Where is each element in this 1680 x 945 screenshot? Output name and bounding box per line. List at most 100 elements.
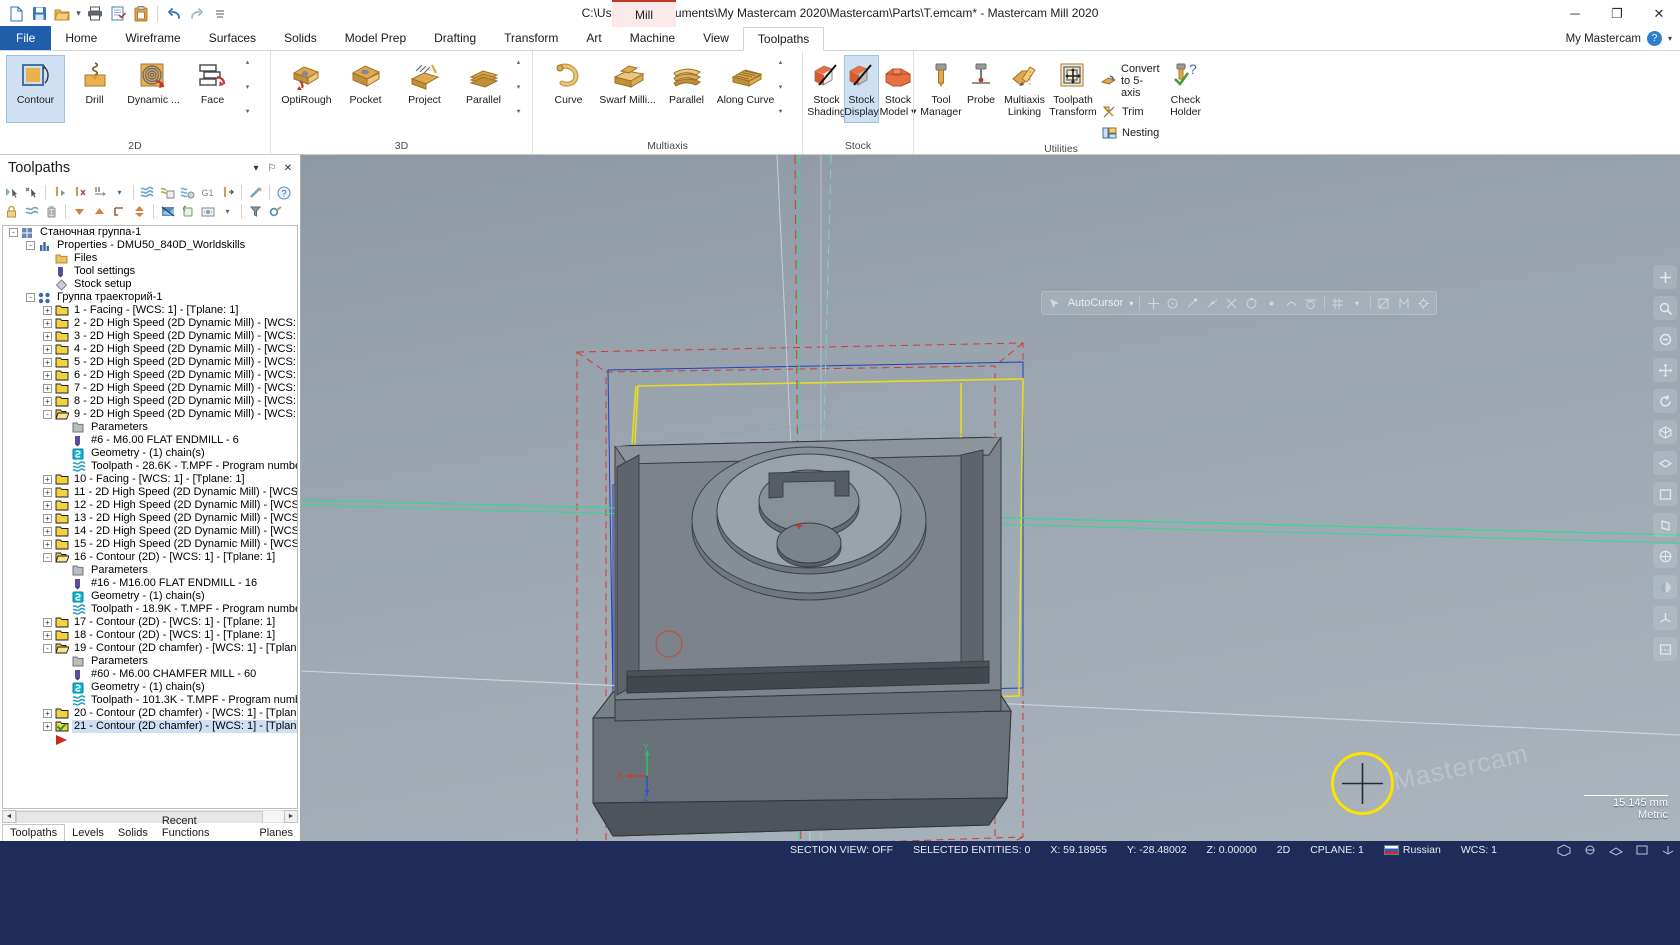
- tree-item[interactable]: +4 - 2D High Speed (2D Dynamic Mill) - […: [3, 343, 297, 356]
- tree-item[interactable]: - 19 - Contour (2D chamfer) - [WCS: 1] - …: [3, 642, 297, 655]
- tree-expand-icon[interactable]: +: [43, 722, 52, 731]
- tree-horizontal-scrollbar[interactable]: ◄ ►: [2, 809, 298, 824]
- grid-icon[interactable]: [1331, 296, 1345, 311]
- tree-item[interactable]: #60 - M6.00 CHAMFER MILL - 60: [3, 668, 297, 681]
- tab-home[interactable]: Home: [51, 26, 111, 50]
- contour-button[interactable]: Contour: [6, 55, 65, 123]
- gallery-up-icon[interactable]: ▴: [779, 59, 783, 67]
- tree-item[interactable]: +7 - 2D High Speed (2D Dynamic Mill) - […: [3, 382, 297, 395]
- top-view-icon[interactable]: [1653, 451, 1677, 475]
- backplot-icon[interactable]: [198, 203, 217, 221]
- tool-manager-button[interactable]: Tool Manager: [920, 55, 962, 123]
- tree-item[interactable]: #16 - M16.00 FLAT ENDMILL - 16: [3, 577, 297, 590]
- grid-dropdown-icon[interactable]: ▾: [1350, 296, 1364, 311]
- tree-item[interactable]: Parameters: [3, 421, 297, 434]
- tree-collapse-icon[interactable]: -: [43, 553, 52, 562]
- gallery-up-icon[interactable]: ▴: [517, 59, 521, 67]
- endpoint-icon[interactable]: [1186, 296, 1200, 311]
- filter-down-icon[interactable]: [70, 203, 89, 221]
- tree-item[interactable]: - 9 - 2D High Speed (2D Dynamic Mill) - […: [3, 408, 297, 421]
- tree-item[interactable]: Toolpath - 28.6K - T.MPF - Program numbe…: [3, 460, 297, 473]
- tree-collapse-icon[interactable]: -: [43, 644, 52, 653]
- front-view-icon[interactable]: [1653, 482, 1677, 506]
- panel-tab-recent-functions[interactable]: Recent Functions: [155, 813, 253, 841]
- backplot-dropdown-icon[interactable]: ▾: [218, 203, 237, 221]
- post-g1-icon[interactable]: [158, 184, 177, 202]
- panel-tab-solids[interactable]: Solids: [111, 825, 155, 841]
- restore-button[interactable]: ❐: [1596, 0, 1638, 27]
- tree-item[interactable]: Parameters: [3, 564, 297, 577]
- scroll-left-icon[interactable]: ◄: [2, 809, 16, 823]
- drill-button[interactable]: Drill: [65, 55, 124, 123]
- cplane-icon[interactable]: [1608, 843, 1624, 857]
- simulate-icon[interactable]: [158, 203, 177, 221]
- tree-collapse-icon[interactable]: -: [26, 293, 35, 302]
- point-icon[interactable]: [1264, 296, 1278, 311]
- swarf-milling-button[interactable]: Swarf Milli...: [598, 55, 657, 123]
- tree-collapse-icon[interactable]: -: [9, 228, 18, 237]
- section-view-icon[interactable]: [1653, 637, 1677, 661]
- minimize-button[interactable]: ─: [1554, 0, 1596, 27]
- tree-expand-icon[interactable]: +: [43, 371, 52, 380]
- scroll-right-icon[interactable]: ►: [284, 809, 298, 823]
- tree-item[interactable]: - Станочная группа-1: [3, 226, 297, 239]
- status-section-view[interactable]: SECTION VIEW: OFF: [780, 844, 903, 856]
- tree-item[interactable]: Toolpath - 101.3K - T.MPF - Program numb…: [3, 694, 297, 707]
- panel-close-icon[interactable]: ✕: [280, 160, 296, 176]
- zoom-fit-icon[interactable]: [1653, 327, 1677, 351]
- print-icon[interactable]: [84, 3, 106, 25]
- probe-button[interactable]: Probe: [962, 55, 1000, 123]
- panel-pin-icon[interactable]: ⚐: [264, 160, 280, 176]
- 3d-mode-icon[interactable]: [1556, 843, 1572, 857]
- save-icon[interactable]: [28, 3, 50, 25]
- save-dropdown-icon[interactable]: ▾: [74, 8, 83, 19]
- tree-item[interactable]: +3 - 2D High Speed (2D Dynamic Mill) - […: [3, 330, 297, 343]
- autocursor-snap-icon[interactable]: [1048, 296, 1062, 311]
- absolute-icon[interactable]: [1397, 296, 1411, 311]
- tree-item[interactable]: +8 - 2D High Speed (2D Dynamic Mill) - […: [3, 395, 297, 408]
- midpoint-icon[interactable]: [1205, 296, 1219, 311]
- autocursor-dropdown-icon[interactable]: ▾: [1129, 299, 1133, 308]
- tree-expand-icon[interactable]: +: [43, 488, 52, 497]
- help-icon[interactable]: ?: [1646, 31, 1662, 46]
- zoom-window-icon[interactable]: [1653, 296, 1677, 320]
- tree-item[interactable]: +14 - 2D High Speed (2D Dynamic Mill) - …: [3, 525, 297, 538]
- regen-dirty-dropdown-icon[interactable]: ▾: [110, 184, 129, 202]
- tree-item[interactable]: +10 - Facing - [WCS: 1] - [Tplane: 1]: [3, 473, 297, 486]
- tab-wireframe[interactable]: Wireframe: [111, 26, 194, 50]
- right-view-icon[interactable]: [1653, 513, 1677, 537]
- dynamic-mill-button[interactable]: Dynamic ...: [124, 55, 183, 123]
- gallery-down-icon[interactable]: ▾: [246, 84, 250, 92]
- deselect-all-icon[interactable]: [22, 184, 41, 202]
- status-mode-2d[interactable]: 2D: [1267, 844, 1300, 856]
- isometric-gnomon-icon[interactable]: [1653, 606, 1677, 630]
- regen-all-icon[interactable]: [90, 184, 109, 202]
- multiaxis-linking-button[interactable]: Multiaxis Linking: [1000, 55, 1049, 123]
- tplane-icon[interactable]: [1634, 843, 1650, 857]
- status-wcs[interactable]: WCS: 1: [1451, 844, 1507, 856]
- settings-icon[interactable]: [1416, 296, 1430, 311]
- undo-icon[interactable]: [163, 3, 185, 25]
- tree-item[interactable]: Tool settings: [3, 265, 297, 278]
- tree-item[interactable]: Geometry - (1) chain(s): [3, 681, 297, 694]
- tree-expand-icon[interactable]: +: [43, 514, 52, 523]
- gview-icon[interactable]: [1582, 843, 1598, 857]
- tree-expand-icon[interactable]: +: [43, 306, 52, 315]
- intersection-icon[interactable]: [1225, 296, 1239, 311]
- origin-icon[interactable]: [1146, 296, 1160, 311]
- nearest-icon[interactable]: [1284, 296, 1298, 311]
- gallery-more-icon[interactable]: ⯆: [516, 109, 522, 117]
- settings-icon[interactable]: [266, 203, 285, 221]
- tree-item[interactable]: [3, 733, 297, 746]
- tab-surfaces[interactable]: Surfaces: [195, 26, 270, 50]
- tree-item[interactable]: +17 - Contour (2D) - [WCS: 1] - [Tplane:…: [3, 616, 297, 629]
- zoom-in-icon[interactable]: [1653, 265, 1677, 289]
- tree-expand-icon[interactable]: +: [43, 501, 52, 510]
- tree-item[interactable]: +18 - Contour (2D) - [WCS: 1] - [Tplane:…: [3, 629, 297, 642]
- tree-item[interactable]: +6 - 2D High Speed (2D Dynamic Mill) - […: [3, 369, 297, 382]
- tree-item[interactable]: +1 - Facing - [WCS: 1] - [Tplane: 1]: [3, 304, 297, 317]
- machine-sim-icon[interactable]: [246, 203, 265, 221]
- tree-item[interactable]: - 16 - Contour (2D) - [WCS: 1] - [Tplane:…: [3, 551, 297, 564]
- along-curve-button[interactable]: Along Curve: [716, 55, 775, 123]
- tree-item[interactable]: Files: [3, 252, 297, 265]
